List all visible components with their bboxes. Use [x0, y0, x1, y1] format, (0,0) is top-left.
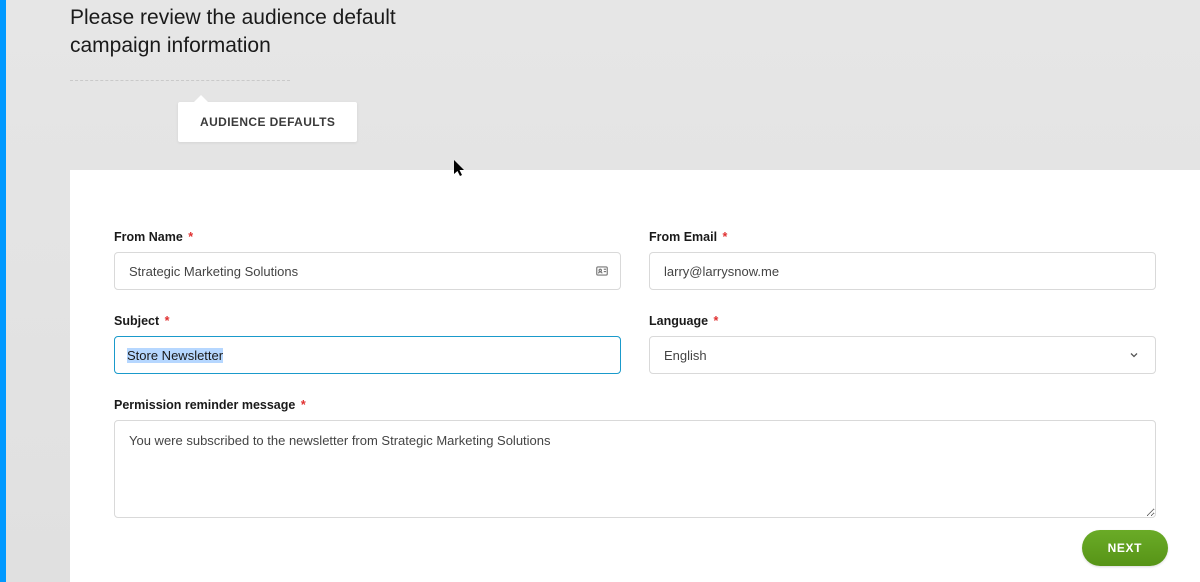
permission-label: Permission reminder message: [114, 398, 295, 412]
tab-audience-defaults[interactable]: AUDIENCE DEFAULTS: [178, 102, 357, 142]
from-email-input[interactable]: [649, 252, 1156, 290]
contact-card-icon: [595, 264, 609, 278]
tab-label: AUDIENCE DEFAULTS: [200, 115, 335, 129]
field-subject: Subject * Store Newsletter: [114, 312, 621, 374]
required-marker: *: [719, 230, 727, 244]
required-marker: *: [297, 398, 305, 412]
field-from-name: From Name *: [114, 228, 621, 290]
field-language: Language * English: [649, 312, 1156, 374]
language-label: Language: [649, 314, 708, 328]
from-name-label: From Name: [114, 230, 183, 244]
next-button[interactable]: NEXT: [1082, 530, 1168, 566]
required-marker: *: [161, 314, 169, 328]
subject-selected-text: Store Newsletter: [127, 348, 223, 363]
permission-reminder-textarea[interactable]: [114, 420, 1156, 518]
required-marker: *: [185, 230, 193, 244]
field-permission-reminder: Permission reminder message *: [114, 396, 1156, 523]
page-title: Please review the audience default campa…: [70, 4, 450, 61]
tab-underline: [70, 80, 290, 81]
page-container: Please review the audience default campa…: [6, 0, 1200, 582]
language-select[interactable]: English: [649, 336, 1156, 374]
field-from-email: From Email *: [649, 228, 1156, 290]
required-marker: *: [710, 314, 718, 328]
subject-label: Subject: [114, 314, 159, 328]
from-name-input[interactable]: [114, 252, 621, 290]
form-panel: From Name * From Email *: [70, 170, 1200, 582]
from-email-label: From Email: [649, 230, 717, 244]
subject-input[interactable]: Store Newsletter: [114, 336, 621, 374]
